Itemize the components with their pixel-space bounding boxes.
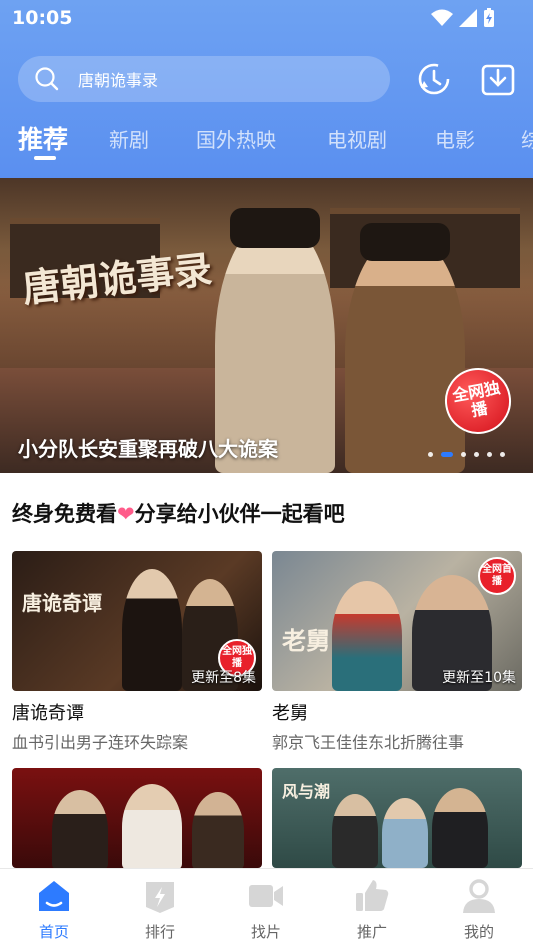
pagination-dot-active[interactable] <box>441 452 453 457</box>
poster-title-art: 老舅 <box>282 626 330 655</box>
hero-banner[interactable]: 唐朝诡事录 全网独播 小分队长安重聚再破八大诡案 <box>0 178 533 473</box>
poster-figure <box>192 792 244 868</box>
banner-pagination <box>428 452 505 457</box>
nav-me[interactable]: 我的 <box>439 877 519 942</box>
video-camera-icon <box>249 885 283 907</box>
header: 10:05 唐朝诡事录 推荐 新剧 国外热映 电视剧 电影 综 <box>0 0 533 180</box>
poster-figure <box>52 790 108 868</box>
poster-figure <box>332 794 378 868</box>
search-icon <box>35 67 59 91</box>
banner-caption: 小分队长安重聚再破八大诡案 <box>18 437 278 461</box>
share-prefix: 终身免费看 <box>12 502 117 526</box>
battery-charging-icon <box>484 8 494 27</box>
tab-foreign-hits[interactable]: 国外热映 <box>196 124 276 153</box>
nav-label: 我的 <box>463 923 494 941</box>
bottom-nav: 首页 排行 找片 推广 我的 <box>0 868 533 948</box>
tab-active-indicator <box>34 156 56 160</box>
search-bar[interactable]: 唐朝诡事录 <box>18 56 390 102</box>
pagination-dot[interactable] <box>474 452 479 457</box>
poster-figure <box>122 569 182 691</box>
show-card-poster[interactable] <box>12 768 262 868</box>
tab-recommend[interactable]: 推荐 <box>18 120 68 156</box>
tab-movies[interactable]: 电影 <box>435 124 475 153</box>
home-icon <box>39 881 69 911</box>
poster-figure <box>332 581 402 691</box>
nav-label: 推广 <box>356 923 387 941</box>
episode-update: 更新至8集 <box>191 670 256 686</box>
show-card-poster[interactable]: 风与潮 <box>272 768 522 868</box>
show-card[interactable]: 唐诡奇谭 全网独播 更新至8集 唐诡奇谭 血书引出男子连环失踪案 <box>12 551 262 753</box>
banner-hat-right <box>360 223 450 261</box>
nav-label: 找片 <box>250 923 281 941</box>
tab-variety[interactable]: 综 <box>521 124 533 153</box>
show-card-poster[interactable]: 唐诡奇谭 全网独播 更新至8集 <box>12 551 262 691</box>
category-tabs: 推荐 新剧 国外热映 电视剧 电影 综 <box>0 116 533 166</box>
show-card[interactable]: 风与潮 <box>272 768 522 868</box>
nav-home[interactable]: 首页 <box>14 877 94 942</box>
pagination-dot[interactable] <box>461 452 466 457</box>
history-icon[interactable] <box>415 60 453 98</box>
ranking-icon <box>146 882 174 913</box>
search-query: 唐朝诡事录 <box>78 71 159 90</box>
poster-figure <box>382 798 428 868</box>
pagination-dot[interactable] <box>428 452 433 457</box>
status-bar: 10:05 <box>0 0 533 38</box>
share-suffix: 分享给小伙伴一起看吧 <box>134 502 345 526</box>
status-icons <box>431 8 495 28</box>
poster-badge: 全网首播 <box>478 557 516 595</box>
show-description: 郭京飞王佳佳东北折腾往事 <box>272 733 465 752</box>
nav-promote[interactable]: 推广 <box>332 877 412 942</box>
thumbs-up-icon <box>356 880 389 911</box>
show-card-poster[interactable]: 老舅 全网首播 更新至10集 <box>272 551 522 691</box>
banner-hat-left <box>230 208 320 248</box>
nav-ranking[interactable]: 排行 <box>120 877 200 942</box>
tab-tv-series[interactable]: 电视剧 <box>327 124 387 153</box>
show-title[interactable]: 唐诡奇谭 <box>12 699 262 725</box>
poster-title-art: 风与潮 <box>282 782 331 801</box>
download-icon[interactable] <box>479 60 517 98</box>
user-icon <box>463 879 495 913</box>
banner-figure-right <box>345 233 465 473</box>
share-promo[interactable]: 终身免费看❤分享给小伙伴一起看吧 <box>12 498 345 528</box>
show-description: 血书引出男子连环失踪案 <box>12 733 189 752</box>
heart-icon: ❤ <box>117 502 135 526</box>
poster-figure <box>122 784 182 868</box>
wifi-icon <box>431 9 453 26</box>
poster-title-art: 唐诡奇谭 <box>22 591 102 615</box>
episode-update: 更新至10集 <box>442 670 516 686</box>
show-title[interactable]: 老舅 <box>272 699 522 725</box>
pagination-dot[interactable] <box>500 452 505 457</box>
show-card[interactable]: 老舅 全网首播 更新至10集 老舅 郭京飞王佳佳东北折腾往事 <box>272 551 522 753</box>
poster-figure <box>432 788 488 868</box>
nav-label: 首页 <box>38 923 69 941</box>
show-card[interactable] <box>12 768 262 868</box>
tab-new-drama[interactable]: 新剧 <box>109 124 149 153</box>
pagination-dot[interactable] <box>487 452 492 457</box>
signal-icon <box>459 9 477 27</box>
nav-label: 排行 <box>144 923 175 941</box>
nav-find[interactable]: 找片 <box>226 877 306 942</box>
status-time: 10:05 <box>12 7 73 29</box>
